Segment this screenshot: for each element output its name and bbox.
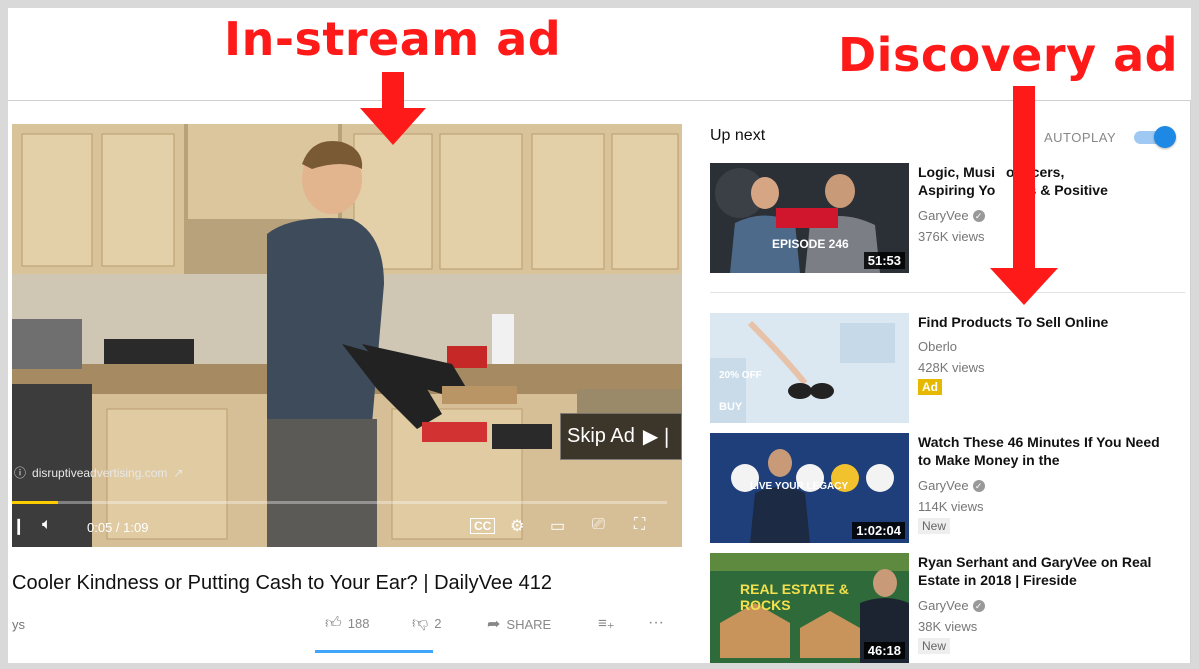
advertiser-link[interactable]: ⓘ disruptiveadvertising.com ↗ — [14, 464, 183, 481]
duration-badge: 51:53 — [863, 252, 905, 269]
title-part: ers & Positive — [1015, 182, 1108, 198]
video-thumbnail[interactable]: LIVE YOUR LEGACY 1:02:04 — [710, 433, 909, 543]
list-item[interactable]: LIVE YOUR LEGACY 1:02:04 Watch These 46 … — [710, 433, 1185, 545]
info-icon: ⓘ — [14, 466, 27, 480]
fullscreen-icon[interactable]: ⛶ — [634, 516, 645, 534]
share-label: SHARE — [506, 616, 552, 632]
channel-name[interactable]: GaryVee ✓ — [918, 208, 985, 223]
skip-ad-label: Skip Ad — [567, 425, 635, 447]
discovery-ad-annotation: Discovery ad — [838, 28, 1179, 82]
cast-icon[interactable]: ⎚ — [592, 516, 605, 534]
image-frame-top — [0, 0, 1199, 8]
captions-icon[interactable]: CC — [470, 518, 496, 534]
kitchen-scene-image — [12, 124, 682, 547]
playlist-add-icon: ≡₊ — [598, 615, 615, 632]
skip-next-icon: ▶❘ — [642, 426, 675, 448]
title-part: Logic, Musi — [918, 164, 995, 180]
dislike-count: 2 — [434, 616, 442, 631]
video-thumbnail[interactable]: REAL ESTATE & ROCKS 46:18 — [710, 553, 909, 663]
skip-ad-button[interactable]: Skip Ad ▶❘ — [560, 413, 682, 460]
time-display: 0:05 / 1:09 — [87, 520, 149, 535]
view-count: 428K views — [918, 360, 985, 375]
duration-badge: 46:18 — [863, 642, 905, 659]
thumbs-up-icon: 👍︎ — [325, 615, 342, 632]
new-badge: New — [918, 518, 951, 534]
image-frame-right — [1191, 0, 1199, 669]
thumbnail-caption: REAL ESTATE & ROCKS — [740, 581, 849, 613]
video-player[interactable]: ⓘ disruptiveadvertising.com ↗ Skip Ad ▶❘… — [12, 124, 682, 547]
divider — [710, 292, 1185, 293]
settings-icon[interactable]: ⚙ — [510, 516, 524, 536]
view-count: 114K views — [918, 499, 984, 514]
channel-label: GaryVee — [918, 208, 969, 223]
thumbnail-discount: 20% OFF — [719, 370, 762, 381]
title-part: Aspiring Yo — [918, 182, 996, 198]
list-item[interactable]: 20% OFF BUY Find Products To Sell Online… — [710, 313, 1185, 425]
more-icon: ··· — [648, 614, 664, 631]
title-part: oducers, — [1006, 164, 1065, 180]
volume-icon[interactable]: 🔈︎ — [42, 516, 52, 534]
verified-icon: ✓ — [972, 209, 985, 222]
channel-name[interactable]: Oberlo — [918, 339, 957, 354]
image-frame-left — [0, 0, 8, 669]
video-title: Cooler Kindness or Putting Cash to Your … — [12, 572, 552, 594]
video-title[interactable]: Find Products To Sell Online — [918, 313, 1168, 331]
video-title[interactable]: Ryan Serhant and GaryVee on Real Estate … — [918, 553, 1168, 589]
toggle-knob — [1154, 126, 1176, 148]
player-controls: ❙ 🔈︎ 0:05 / 1:09 CC ⚙ ▭ ⎚ ⛶ — [12, 512, 682, 542]
up-next-label: Up next — [710, 127, 766, 144]
list-item[interactable]: EPISODE 246 51:53 Logic, Musi oducers, As… — [710, 163, 1185, 275]
next-icon[interactable]: ❙ — [12, 516, 25, 536]
thumbnail-buy: BUY — [719, 401, 743, 413]
video-title[interactable]: Logic, Musi oducers, Aspiring Yo ers & Pos… — [918, 163, 1168, 199]
dislike-button[interactable]: 👎︎ 2 — [412, 614, 441, 633]
ad-badge: Ad — [918, 379, 942, 395]
like-button[interactable]: 👍︎ 188 — [325, 614, 369, 633]
view-count: 38K views — [918, 619, 978, 634]
list-item[interactable]: REAL ESTATE & ROCKS 46:18 Ryan Serhant a… — [710, 553, 1185, 663]
progress-fill — [12, 501, 58, 504]
share-button[interactable]: ➦ SHARE — [487, 614, 551, 634]
channel-fragment: ys — [12, 617, 25, 632]
duration-badge: 1:02:04 — [852, 522, 905, 539]
new-badge: New — [918, 638, 951, 654]
video-title[interactable]: Watch These 46 Minutes If You Need to Ma… — [918, 433, 1168, 469]
sentiment-bar — [315, 650, 433, 653]
channel-label: Oberlo — [918, 339, 958, 354]
thumbs-down-icon: 👎︎ — [412, 615, 429, 632]
progress-bar[interactable] — [12, 501, 667, 504]
thumbnail-caption: EPISODE 246 — [772, 237, 849, 251]
channel-name[interactable]: GaryVee ✓ — [918, 598, 985, 613]
view-count: 376K views — [918, 229, 985, 244]
external-link-icon: ↗ — [173, 465, 184, 480]
channel-name[interactable]: GaryVee ✓ — [918, 478, 985, 493]
channel-label: GaryVee — [918, 478, 969, 493]
share-icon: ➦ — [487, 616, 501, 633]
instream-ad-annotation: In-stream ad — [224, 12, 562, 66]
autoplay-toggle[interactable] — [1134, 126, 1176, 148]
video-thumbnail[interactable]: EPISODE 246 51:53 — [710, 163, 909, 273]
more-actions-button[interactable]: ··· — [648, 614, 664, 632]
autoplay-label: AUTOPLAY — [1044, 130, 1117, 145]
theater-icon[interactable]: ▭ — [550, 516, 565, 536]
thumbnail-caption: LIVE YOUR LEGACY — [750, 481, 849, 492]
image-frame-bottom — [0, 663, 1199, 669]
video-thumbnail[interactable]: 20% OFF BUY — [710, 313, 909, 423]
channel-label: GaryVee — [918, 598, 969, 613]
verified-icon: ✓ — [972, 479, 985, 492]
verified-icon: ✓ — [972, 599, 985, 612]
advertiser-url: disruptiveadvertising.com — [32, 465, 168, 480]
like-count: 188 — [347, 616, 370, 631]
add-to-playlist-button[interactable]: ≡₊ — [598, 614, 615, 632]
